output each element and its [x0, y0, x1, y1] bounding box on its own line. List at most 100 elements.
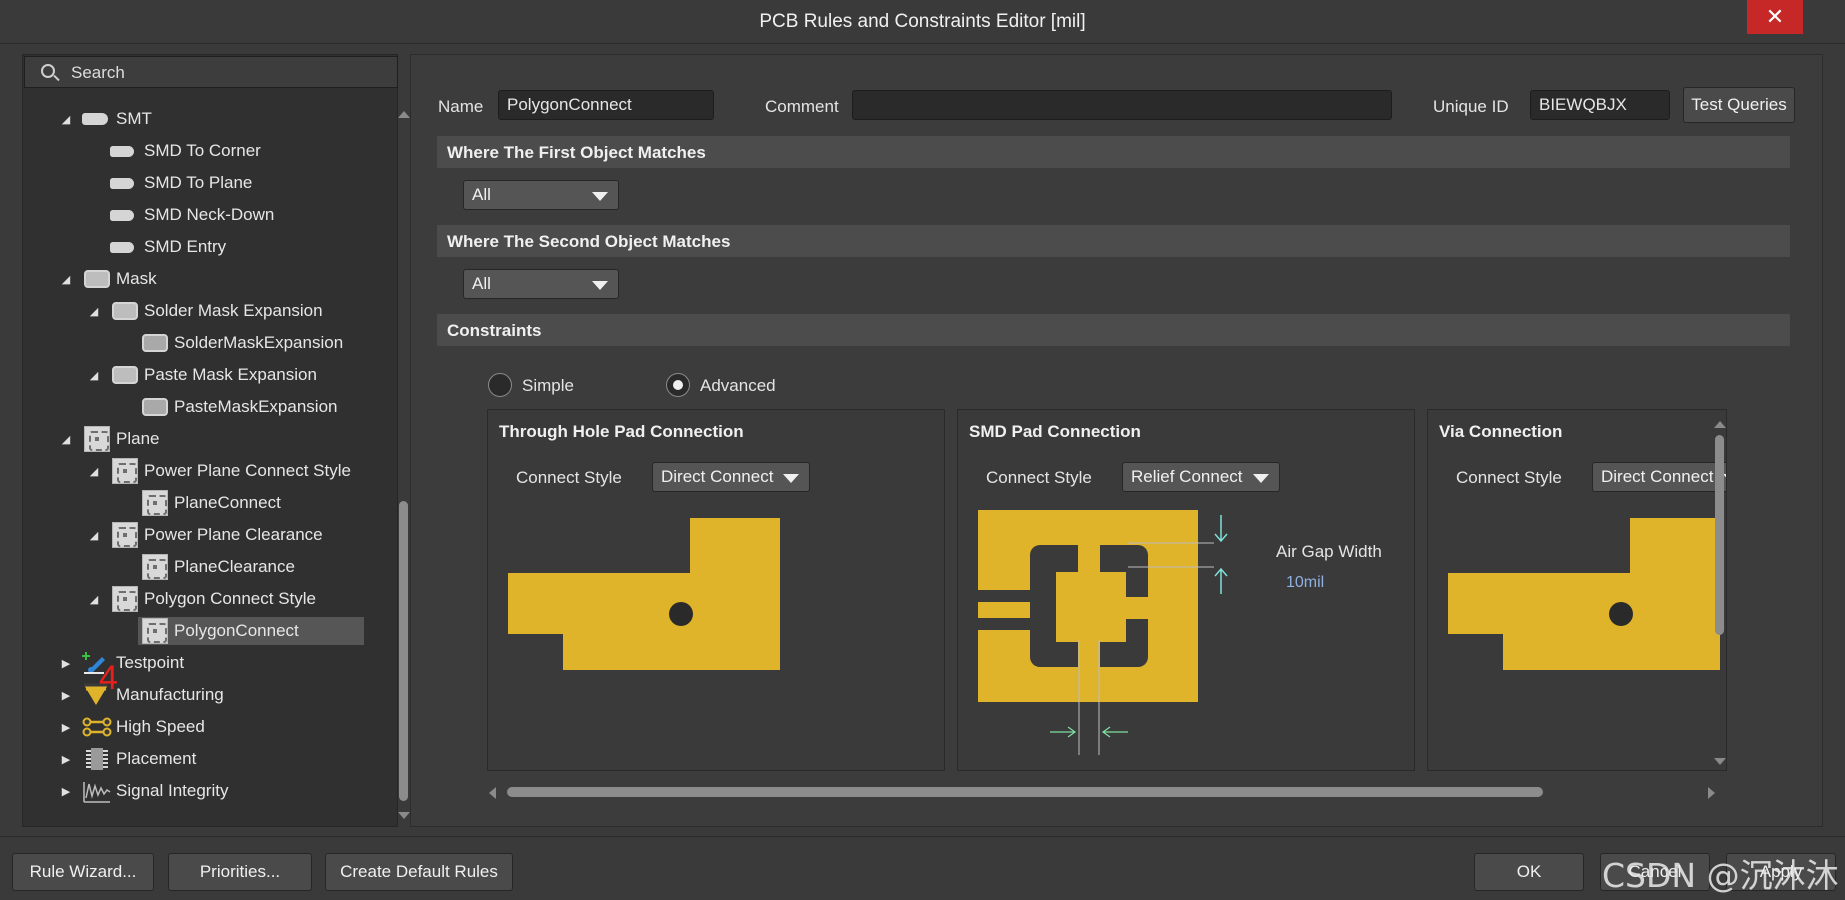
first-match-dropdown[interactable]: All [463, 180, 619, 210]
constraints-horizontal-scrollbar[interactable] [487, 784, 1717, 800]
tree-node-smd-entry[interactable]: SMD Entry [24, 233, 374, 261]
dropdown-value: Direct Connect [1601, 467, 1714, 486]
tree-label: PlaneClearance [174, 557, 295, 576]
unique-id-label: Unique ID [1433, 97, 1509, 116]
collapse-triangle-icon[interactable]: ◢ [60, 433, 72, 446]
test-queries-button[interactable]: Test Queries [1683, 87, 1795, 123]
unique-id-field[interactable]: BIEWQBJX [1530, 90, 1670, 120]
tree-label: SolderMaskExpansion [174, 333, 344, 352]
tree-node-signal-integrity[interactable]: ▶ Signal Integrity [24, 777, 374, 805]
advanced-label: Advanced [700, 376, 776, 395]
simple-radio[interactable] [488, 373, 512, 397]
plane-icon [112, 522, 138, 548]
scroll-down-arrow-icon[interactable] [398, 812, 410, 819]
tree-node-planeclearance[interactable]: PlaneClearance [24, 553, 374, 581]
rule-wizard-button[interactable]: Rule Wizard... [12, 853, 154, 891]
expand-triangle-icon[interactable]: ▶ [60, 657, 72, 670]
comment-field[interactable] [852, 90, 1392, 120]
annotation-number: 4 [99, 659, 118, 697]
window-title: PCB Rules and Constraints Editor [mil] [759, 11, 1086, 32]
smt-rule-icon [110, 146, 134, 157]
signal-integrity-icon [83, 782, 111, 803]
mask-icon [84, 270, 110, 288]
advanced-radio[interactable] [666, 373, 690, 397]
tree-node-planeconnect[interactable]: PlaneConnect [24, 489, 374, 517]
tree-scrollbar[interactable] [397, 105, 411, 827]
tree-node-placement[interactable]: ▶ Placement [24, 745, 374, 773]
constraints-vertical-scrollbar[interactable] [1712, 415, 1728, 767]
smt-rule-icon [110, 178, 134, 189]
plane-icon [84, 426, 110, 452]
tree-node-soldermaskexpansion[interactable]: SolderMaskExpansion [24, 329, 374, 357]
tree-label: Plane [116, 429, 160, 448]
bottom-button-bar: Rule Wizard... Priorities... Create Defa… [0, 836, 1845, 900]
collapse-triangle-icon[interactable]: ◢ [88, 369, 100, 382]
via-style-dropdown[interactable]: Direct Connect [1592, 462, 1726, 492]
mask-rule-icon [142, 334, 168, 352]
via-title: Via Connection [1439, 422, 1563, 441]
collapse-triangle-icon[interactable]: ◢ [60, 113, 72, 126]
expand-triangle-icon[interactable]: ▶ [60, 753, 72, 766]
tree-node-smt[interactable]: ◢ SMT [24, 105, 374, 133]
close-button[interactable]: ✕ [1747, 0, 1803, 34]
search-box[interactable] [24, 56, 398, 88]
search-icon [41, 64, 55, 78]
plane-rule-icon [142, 618, 168, 644]
collapse-triangle-icon[interactable]: ◢ [60, 273, 72, 286]
expand-triangle-icon[interactable]: ▶ [60, 785, 72, 798]
watermark: CSDN @沉沐沐 [1602, 856, 1839, 895]
tree-label: SMD Neck-Down [144, 205, 275, 224]
tree-label: Power Plane Connect Style [144, 461, 351, 480]
expand-triangle-icon[interactable]: ▶ [60, 689, 72, 702]
tree-label: Power Plane Clearance [144, 525, 323, 544]
tree-label: Mask [116, 269, 157, 288]
high-speed-icon [82, 717, 112, 737]
tree-node-smd-to-corner[interactable]: SMD To Corner [24, 137, 374, 165]
through-hole-style-dropdown[interactable]: Direct Connect [652, 462, 810, 492]
tree-node-paste-mask-expansion[interactable]: ◢ Paste Mask Expansion [24, 361, 374, 389]
smd-style-dropdown[interactable]: Relief Connect [1122, 462, 1280, 492]
scroll-thumb[interactable] [507, 787, 1543, 797]
search-input[interactable] [71, 62, 371, 84]
tree-node-smd-neck-down[interactable]: SMD Neck-Down [24, 201, 374, 229]
smt-rule-icon [110, 242, 134, 253]
tree-label: PolygonConnect [174, 621, 299, 640]
expand-triangle-icon[interactable]: ▶ [60, 721, 72, 734]
ok-button[interactable]: OK [1474, 853, 1584, 891]
name-field[interactable]: PolygonConnect [498, 90, 714, 120]
simple-label: Simple [522, 376, 574, 395]
tree-node-testpoint[interactable]: ▶ Testpoint [24, 649, 374, 677]
tree-node-manufacturing[interactable]: ▶ Manufacturing [24, 681, 374, 709]
collapse-triangle-icon[interactable]: ◢ [88, 305, 100, 318]
direct-connect-diagram [508, 518, 780, 670]
tree-node-power-plane-connect-style[interactable]: ◢ Power Plane Connect Style [24, 457, 374, 485]
scroll-down-arrow-icon[interactable] [1714, 758, 1726, 765]
collapse-triangle-icon[interactable]: ◢ [88, 465, 100, 478]
scroll-up-arrow-icon[interactable] [1714, 421, 1726, 428]
second-match-dropdown[interactable]: All [463, 269, 619, 299]
tree-node-polygonconnect[interactable]: PolygonConnect [138, 617, 364, 645]
collapse-triangle-icon[interactable]: ◢ [88, 529, 100, 542]
tree-node-solder-mask-expansion[interactable]: ◢ Solder Mask Expansion [24, 297, 374, 325]
through-hole-title: Through Hole Pad Connection [499, 422, 744, 441]
priorities-button[interactable]: Priorities... [168, 853, 312, 891]
tree-node-high-speed[interactable]: ▶ High Speed [24, 713, 374, 741]
collapse-triangle-icon[interactable]: ◢ [88, 593, 100, 606]
tree-node-power-plane-clearance[interactable]: ◢ Power Plane Clearance [24, 521, 374, 549]
tree-node-smd-to-plane[interactable]: SMD To Plane [24, 169, 374, 197]
rule-editor-panel: Name PolygonConnect Comment Unique ID BI… [410, 54, 1823, 827]
tree-node-pastemaskexpansion[interactable]: PasteMaskExpansion [24, 393, 374, 421]
plane-rule-icon [142, 554, 168, 580]
scroll-thumb[interactable] [399, 501, 408, 801]
tree-node-mask[interactable]: ◢ Mask [24, 265, 374, 293]
scroll-up-arrow-icon[interactable] [398, 111, 410, 118]
connect-style-label: Connect Style [516, 468, 622, 487]
scroll-thumb[interactable] [1715, 435, 1724, 635]
tree-node-polygon-connect-style[interactable]: ◢ Polygon Connect Style [24, 585, 374, 613]
tree-node-plane[interactable]: ◢ Plane [24, 425, 374, 453]
create-default-rules-button[interactable]: Create Default Rules [325, 853, 513, 891]
mask-rule-icon [142, 398, 168, 416]
scroll-left-arrow-icon[interactable] [489, 787, 496, 799]
tree-label: SMD To Plane [144, 173, 253, 192]
scroll-right-arrow-icon[interactable] [1708, 787, 1715, 799]
